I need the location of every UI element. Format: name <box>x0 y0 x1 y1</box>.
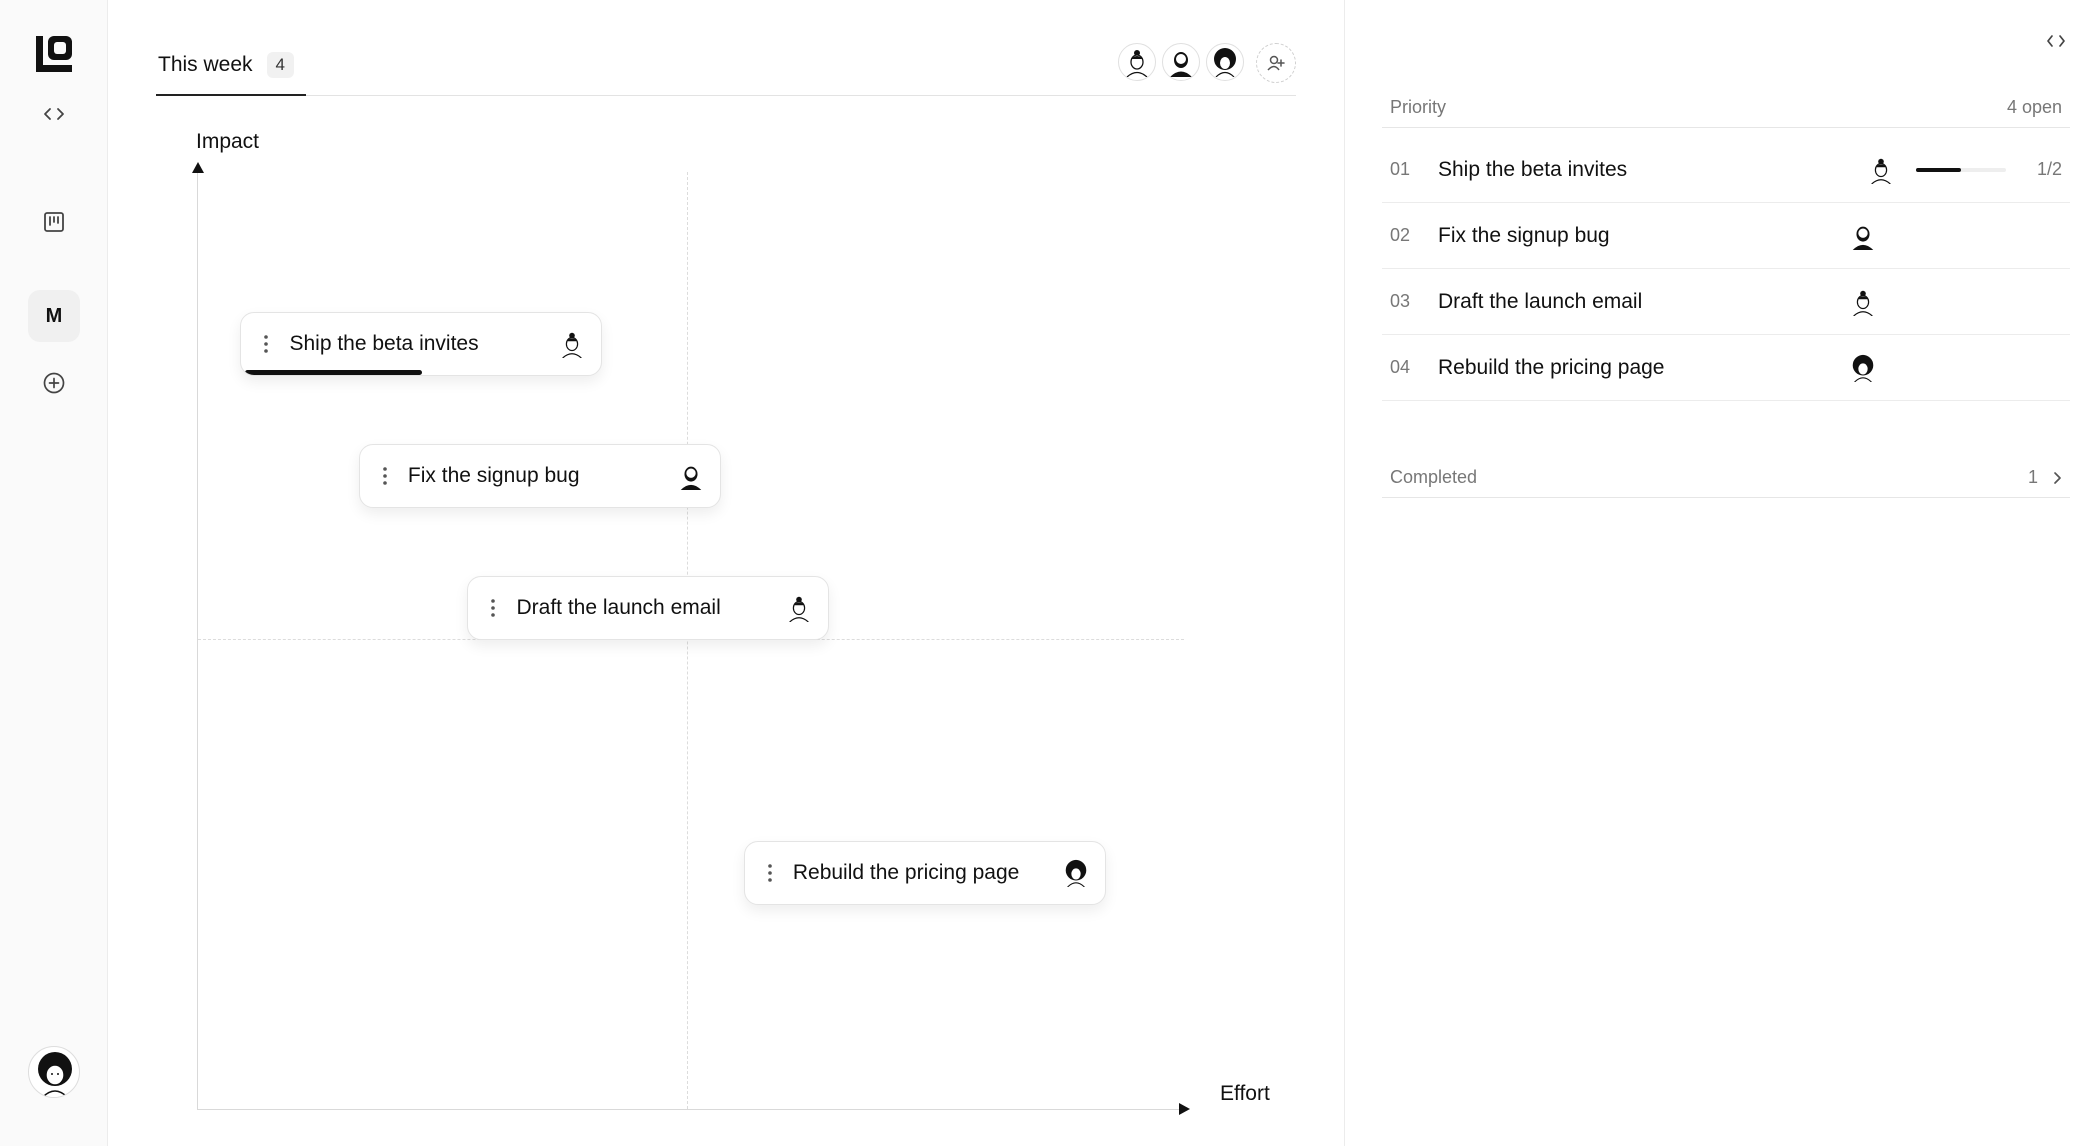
member-avatar[interactable] <box>1118 43 1156 81</box>
panel-toggle-button[interactable] <box>2046 34 2066 53</box>
task-card[interactable]: Draft the launch email <box>467 576 830 641</box>
member-avatars <box>1118 43 1296 83</box>
task-card[interactable]: Rebuild the pricing page <box>743 840 1106 905</box>
user-avatar[interactable] <box>28 1046 80 1098</box>
card-title: Ship the beta invites <box>289 331 479 355</box>
row-title: Draft the launch email <box>1438 289 1643 313</box>
workspace-button[interactable]: M <box>28 290 80 342</box>
avatar-bun-icon <box>557 329 587 359</box>
row-progress-fill <box>1916 167 1961 172</box>
open-count: 4 open <box>2006 97 2062 117</box>
code-brackets-icon <box>2047 35 2065 47</box>
add-workspace-button[interactable] <box>28 357 80 409</box>
avatar-afro-icon <box>1846 351 1880 385</box>
completed-label: Completed <box>1390 467 1478 487</box>
card-title: Rebuild the pricing page <box>792 860 1020 884</box>
priority-panel: Priority 4 open 01 Ship the beta invites 1… <box>1344 0 2100 1146</box>
priority-row[interactable]: 01 Ship the beta invites 1/2 <box>1382 137 2070 203</box>
row-number: 03 <box>1390 291 1411 311</box>
card-progress-bar <box>245 369 423 375</box>
add-user-icon <box>1267 55 1285 71</box>
avatar-bun-icon <box>1864 153 1898 187</box>
priority-section-header: Priority 4 open <box>1382 88 2070 128</box>
row-number: 04 <box>1390 357 1411 377</box>
row-number: 01 <box>1390 159 1411 179</box>
avatar-bun-icon <box>1126 50 1148 77</box>
avatar-bun-icon <box>784 593 814 623</box>
row-title: Rebuild the pricing page <box>1438 355 1665 379</box>
avatar-afro-icon <box>1061 858 1091 888</box>
member-avatar[interactable] <box>1162 43 1200 81</box>
card-title: Fix the signup bug <box>407 463 580 487</box>
effort-axis-arrow <box>1179 1103 1190 1115</box>
add-member-button[interactable] <box>1256 43 1296 83</box>
row-number: 02 <box>1390 225 1411 245</box>
completed-section-header[interactable]: Completed 1 <box>1382 458 2070 498</box>
priority-label: Priority <box>1390 97 1447 117</box>
avatar-beard-icon <box>1846 219 1880 253</box>
kanban-icon <box>44 212 64 232</box>
avatar-bun-icon <box>1846 285 1880 319</box>
code-toggle-button[interactable] <box>28 88 80 140</box>
avatar-afro-icon <box>1214 48 1236 77</box>
priority-row[interactable]: 04 Rebuild the pricing page <box>1382 335 2070 401</box>
priority-row[interactable]: 02 Fix the signup bug <box>1382 203 2070 269</box>
effort-axis-label: Effort <box>1220 1082 1270 1105</box>
impact-axis <box>197 164 198 1110</box>
chevron-right-icon <box>2054 471 2061 484</box>
row-fraction: 1/2 <box>2036 159 2062 179</box>
drag-handle-icon[interactable] <box>763 863 777 883</box>
task-count-badge: 4 <box>266 52 294 78</box>
member-avatar[interactable] <box>1206 43 1244 81</box>
logo-mark-icon[interactable] <box>34 34 74 74</box>
code-brackets-icon <box>44 108 64 120</box>
board-view-button[interactable] <box>28 196 80 248</box>
row-title: Fix the signup bug <box>1438 223 1610 247</box>
avatar-beard-icon <box>676 461 706 491</box>
impact-axis-arrow <box>192 162 204 173</box>
plus-circle-icon <box>43 372 65 394</box>
task-card[interactable]: Fix the signup bug <box>358 443 721 508</box>
completed-count-group: 1 <box>2028 467 2062 488</box>
task-card[interactable]: Ship the beta invites <box>240 311 603 376</box>
row-progress-bar <box>1916 167 2006 172</box>
completed-count: 1 <box>2027 467 2038 487</box>
board-title: This week <box>158 53 253 76</box>
board-area: This week 4 Impact Effort Ship the beta <box>108 0 1344 1146</box>
row-title: Ship the beta invites <box>1438 157 1628 181</box>
impact-axis-label: Impact <box>196 130 260 153</box>
drag-handle-icon[interactable] <box>378 466 392 486</box>
drag-handle-icon[interactable] <box>486 598 500 618</box>
board-header: This week 4 <box>156 36 1296 96</box>
avatar-beard-icon <box>1170 52 1192 77</box>
card-title: Draft the launch email <box>516 596 721 620</box>
left-rail: M <box>0 0 108 1146</box>
tab-this-week[interactable]: This week 4 <box>156 36 306 96</box>
avatar-afro-icon <box>38 1052 72 1097</box>
drag-handle-icon[interactable] <box>259 334 273 354</box>
effort-axis <box>197 1109 1184 1110</box>
effort-midline <box>687 172 688 1109</box>
impact-effort-matrix: Impact Effort Ship the beta invites Fix t… <box>156 120 1296 1120</box>
priority-row[interactable]: 03 Draft the launch email <box>1382 269 2070 335</box>
